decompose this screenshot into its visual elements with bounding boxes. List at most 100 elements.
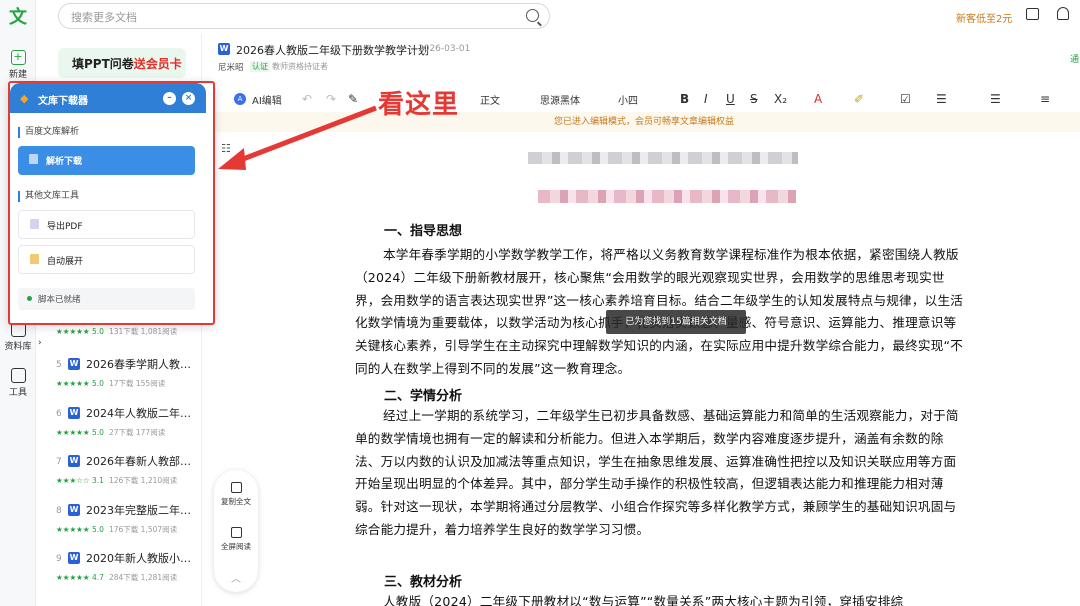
bold-icon[interactable]: B — [680, 92, 689, 106]
word-doc-icon: W — [68, 504, 80, 516]
section-heading: 二、学情分析 — [384, 389, 463, 404]
download-icon — [29, 154, 38, 164]
list-item[interactable]: 6 W 2024年人教版二年… ★★★★★ 5.0 27下载 177阅读 — [56, 405, 196, 455]
survey-highlight: 送会员卡 — [133, 57, 182, 71]
plugin-logo-icon: ◆ — [20, 92, 29, 105]
arrow-shaft — [229, 105, 377, 167]
rail-new-button[interactable]: + 新建 — [0, 50, 36, 80]
redacted-title — [528, 152, 798, 164]
rail-expand-arrow[interactable]: › — [38, 338, 42, 348]
rail-tools-button[interactable]: 工具 — [0, 368, 36, 398]
font-family-select[interactable]: 思源黑体 — [540, 92, 580, 107]
underline-icon[interactable]: U — [726, 92, 735, 106]
word-doc-icon: W — [218, 43, 230, 55]
body-paragraph: 人教版（2024）二年级下册教材以“数与运算”“数量关系”两大核心主题为引领，穿… — [383, 594, 904, 606]
survey-text: 填PPT问卷 — [72, 57, 134, 71]
font-color-icon[interactable]: A — [814, 92, 822, 106]
word-doc-icon: W — [68, 358, 80, 370]
fullscreen-button[interactable]: 全屏阅读 — [214, 527, 258, 552]
copy-icon — [230, 482, 242, 493]
indent-icon[interactable]: ☰ — [990, 92, 1001, 106]
plus-icon: + — [10, 50, 26, 65]
survey-banner[interactable]: 填PPT问卷送会员卡 — [58, 48, 186, 78]
rail-library-label: 资料库 — [4, 342, 32, 352]
search-placeholder: 搜索更多文档 — [71, 11, 137, 24]
side-link[interactable]: 通 — [1070, 52, 1079, 65]
search-icon[interactable] — [526, 9, 539, 22]
section-heading: 一、指导思想 — [384, 224, 463, 239]
annotation-label: 看这里 — [378, 90, 460, 120]
checkbox-icon[interactable]: ☑ — [900, 92, 911, 106]
rail-new-label: 新建 — [8, 70, 27, 80]
doc-date: 2026-03-01 — [418, 44, 471, 54]
section-heading: 三、教材分析 — [384, 575, 463, 590]
bell-icon[interactable] — [1057, 7, 1069, 20]
word-doc-icon: W — [68, 455, 80, 467]
inbox-icon[interactable] — [1026, 8, 1039, 20]
list-item[interactable]: 9 W 2020年新人教版小… ★★★★★ 4.7 284下载 1,281阅读 — [56, 550, 196, 600]
close-button[interactable]: × — [182, 92, 195, 105]
search-input[interactable]: 搜索更多文档 — [58, 3, 550, 29]
fullscreen-icon — [230, 527, 242, 538]
copy-all-label: 复制全文 — [221, 497, 251, 506]
strikethrough-icon[interactable]: S — [750, 92, 758, 106]
promo-link[interactable]: 新客低至2元 — [956, 10, 1012, 25]
copy-all-button[interactable]: 复制全文 — [214, 482, 258, 507]
export-pdf-button[interactable]: 导出PDF — [18, 210, 195, 239]
doc-author[interactable]: 尼米昭 — [218, 61, 244, 73]
annotation-arrow — [218, 105, 377, 170]
section-label: 百度文库解析 — [18, 127, 79, 138]
rail-library-button[interactable]: 资料库 — [0, 322, 36, 352]
align-icon[interactable]: ≡ — [1040, 92, 1050, 106]
status-dot-icon — [27, 296, 32, 301]
auto-expand-button[interactable]: 自动展开 — [18, 245, 195, 274]
list-item-index: 7 — [56, 457, 62, 467]
section-label: 其他文库工具 — [18, 191, 79, 202]
script-status: 脚本已就绪 — [18, 288, 195, 310]
toolbox-icon — [10, 368, 26, 383]
paragraph-style-select[interactable]: 正文 — [480, 92, 500, 107]
author-certification: 教师资格持证者 — [272, 62, 328, 71]
chevron-up-icon[interactable]: ︿ — [214, 570, 258, 585]
list-item-index: 6 — [56, 409, 62, 419]
auto-expand-label: 自动展开 — [47, 257, 84, 267]
list-item-meta: ★★★★★ 5.0 17下载 155阅读 — [56, 379, 166, 388]
list-item-title: 2023年完整版二年… — [86, 504, 191, 517]
doc-title: 2026春人教版二年级下册数学教学计划 — [236, 44, 429, 57]
word-doc-icon: W — [68, 407, 80, 419]
list-item[interactable]: 5 W 2026春季学期人教… ★★★★★ 5.0 17下载 155阅读 — [56, 356, 196, 406]
verified-badge: 认证 — [250, 61, 270, 72]
app-logo[interactable]: 文 — [6, 6, 30, 30]
font-size-select[interactable]: 小四 — [618, 92, 638, 107]
pdf-icon — [30, 219, 39, 229]
list-item-meta: ★★★★★ 5.0 27下载 177阅读 — [56, 428, 166, 437]
italic-icon[interactable]: I — [704, 92, 708, 106]
highlight-icon[interactable]: ✐ — [854, 92, 864, 106]
parse-download-button[interactable]: 解析下载 — [18, 146, 195, 175]
list-item-index: 9 — [56, 554, 62, 564]
list-item-index: 8 — [56, 506, 62, 516]
list-item[interactable]: 7 W 2026年春新人教部… ★★★☆☆ 3.1 126下载 1,210阅读 — [56, 453, 196, 503]
list-item-meta: ★★★☆☆ 3.1 126下载 1,210阅读 — [56, 476, 178, 485]
list-item[interactable]: 8 W 2023年完整版二年… ★★★★★ 5.0 176下载 1,507阅读 — [56, 502, 196, 552]
parse-download-label: 解析下载 — [46, 157, 83, 167]
list-item-title: 2026年春新人教部… — [86, 455, 191, 468]
list-item-meta: ★★★★★ 5.0 176下载 1,507阅读 — [56, 525, 178, 534]
list-icon[interactable]: ☰ — [936, 92, 947, 106]
list-item-title: 2026春季学期人教… — [86, 358, 191, 371]
redacted-subtitle — [538, 190, 796, 203]
expand-icon — [30, 254, 39, 264]
subscript-icon[interactable]: X₂ — [774, 92, 787, 106]
list-item-title: 2020年新人教版小… — [86, 552, 191, 565]
panel-title: 文库下载器 — [38, 96, 88, 107]
arrow-head — [218, 148, 246, 170]
word-doc-icon: W — [68, 552, 80, 564]
list-item-title: 2024年人教版二年… — [86, 407, 191, 420]
toast-message: 已为您找到15篇相关文档 — [606, 310, 746, 334]
list-item-index: 5 — [56, 360, 62, 370]
list-item-meta: ★★★★★ 4.7 284下载 1,281阅读 — [56, 573, 178, 582]
export-pdf-label: 导出PDF — [47, 222, 83, 232]
list-item-meta: ★★★★★ 5.0 131下载 1,081阅读 — [56, 327, 178, 336]
rail-tools-label: 工具 — [8, 388, 27, 398]
minimize-button[interactable]: – — [163, 92, 176, 105]
